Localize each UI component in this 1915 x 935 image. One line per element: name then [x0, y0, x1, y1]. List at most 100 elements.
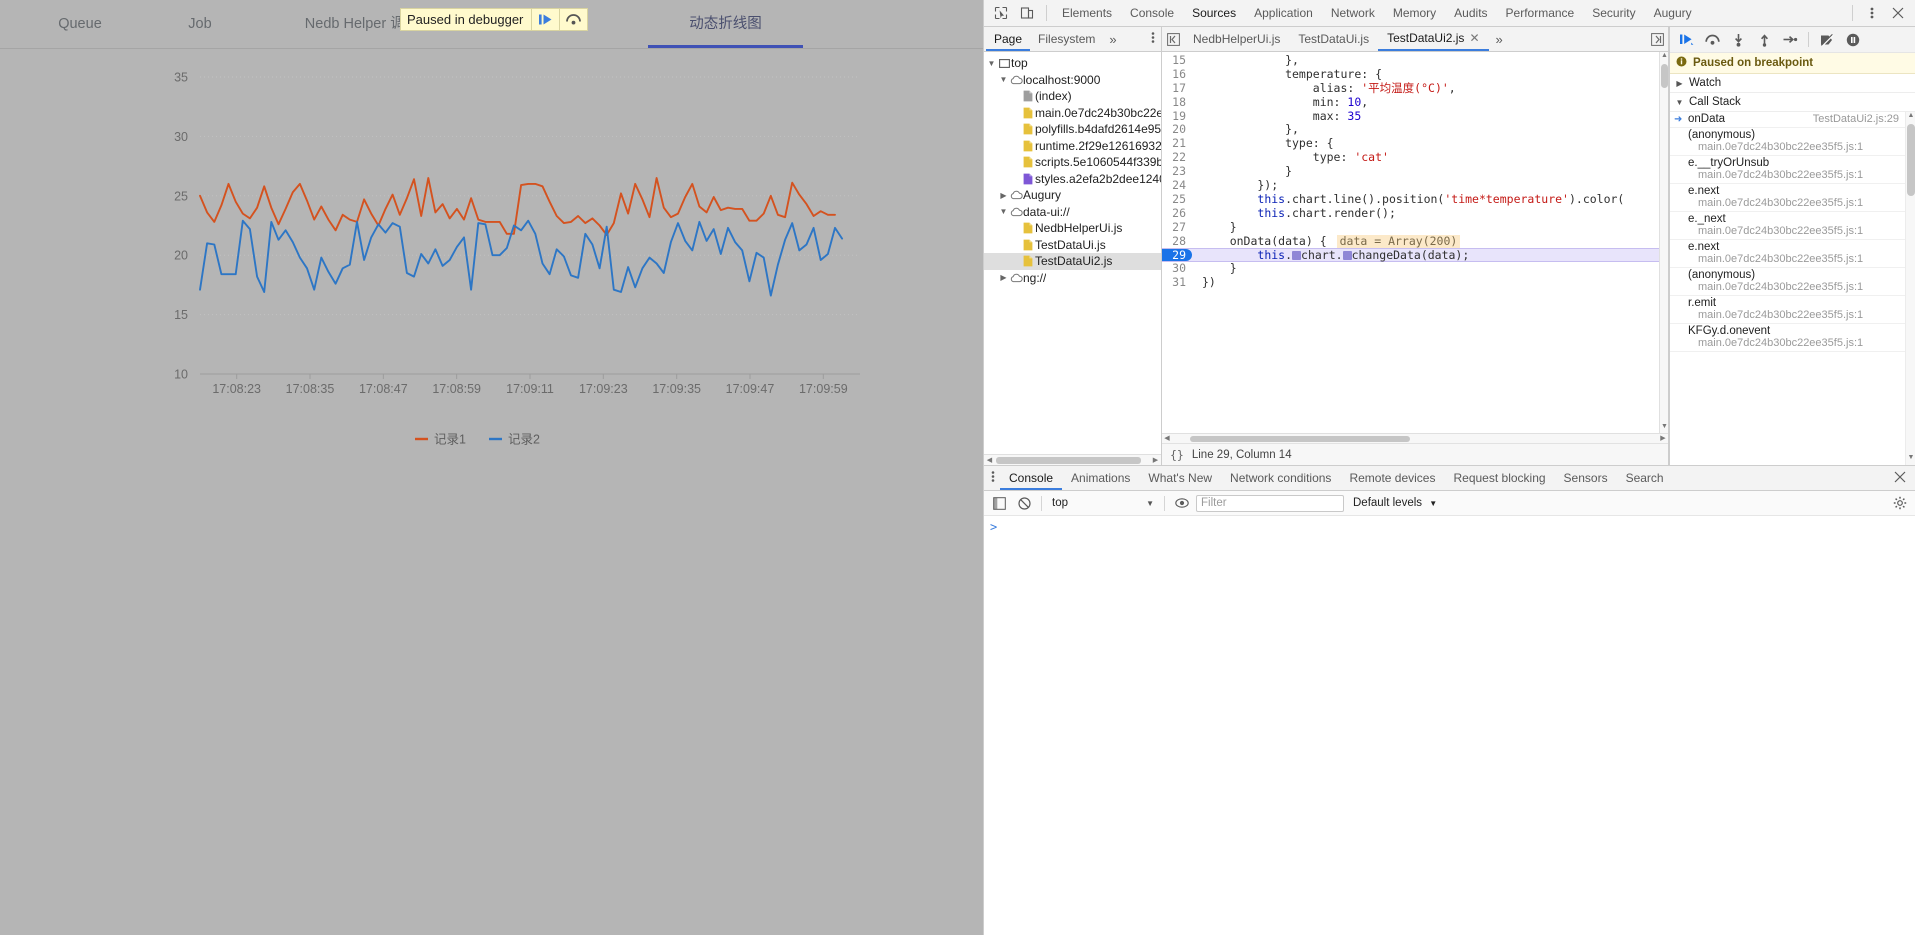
line-number[interactable]: 18: [1162, 95, 1192, 110]
close-drawer-icon[interactable]: [1885, 471, 1915, 486]
devtools-tab-elements[interactable]: Elements: [1053, 0, 1121, 26]
file-tree-item[interactable]: (index): [984, 88, 1161, 105]
clear-console-icon[interactable]: [1013, 492, 1035, 514]
code-line[interactable]: 28 onData(data) {data = Array(200): [1162, 234, 1668, 249]
resume-script-icon[interactable]: [531, 8, 559, 31]
code-line[interactable]: 17 alias: '平均温度(°C)',: [1162, 81, 1668, 96]
line-number[interactable]: 25: [1162, 192, 1192, 207]
line-number[interactable]: 28: [1162, 234, 1192, 249]
call-stack-row[interactable]: (anonymous) main.0e7dc24b30bc22ee35f5.js:…: [1670, 128, 1915, 156]
call-stack-row[interactable]: ➜ onData TestDataUi2.js:29: [1670, 112, 1915, 128]
drawer-tab-search[interactable]: Search: [1617, 466, 1673, 490]
step-over-icon[interactable]: [1700, 28, 1724, 52]
code-line[interactable]: 29 this. chart. changeData(data);: [1162, 248, 1668, 262]
code-line[interactable]: 23 }: [1162, 164, 1668, 180]
code-vertical-scrollbar[interactable]: ▲ ▼: [1659, 52, 1668, 433]
call-stack-row[interactable]: e.next main.0e7dc24b30bc22ee35f5.js:1: [1670, 184, 1915, 212]
drawer-tab-sensors[interactable]: Sensors: [1555, 466, 1617, 490]
call-stack-row[interactable]: e.__tryOrUnsub main.0e7dc24b30bc22ee35f5.…: [1670, 156, 1915, 184]
scroll-up-arrow[interactable]: ▲: [1906, 112, 1915, 123]
line-number[interactable]: 27: [1162, 220, 1192, 235]
file-tree-item[interactable]: styles.a2efa2b2dee1240648e...: [984, 171, 1161, 188]
scroll-left-arrow[interactable]: ◀: [984, 455, 995, 466]
more-tabs-icon[interactable]: »: [1489, 32, 1510, 47]
devtools-tab-application[interactable]: Application: [1245, 0, 1322, 26]
code-line[interactable]: 27 }: [1162, 220, 1668, 235]
line-number[interactable]: 19: [1162, 109, 1192, 124]
code-line[interactable]: 18 min: 10,: [1162, 95, 1668, 110]
console-settings-icon[interactable]: [1889, 492, 1911, 514]
line-number[interactable]: 30: [1162, 261, 1192, 277]
line-number[interactable]: 29: [1162, 249, 1192, 262]
code-line[interactable]: 16 temperature: {: [1162, 67, 1668, 82]
devtools-tab-security[interactable]: Security: [1583, 0, 1644, 26]
devtools-tab-augury[interactable]: Augury: [1645, 0, 1701, 26]
code-line[interactable]: 22 type: 'cat': [1162, 150, 1668, 166]
console-filter-input[interactable]: [1196, 494, 1344, 512]
call-stack-row[interactable]: e._next main.0e7dc24b30bc22ee35f5.js:1: [1670, 212, 1915, 240]
editor-tab-TestDataUi-js[interactable]: TestDataUi.js: [1289, 27, 1378, 51]
code-line[interactable]: 26 this.chart.render();: [1162, 206, 1668, 221]
line-number[interactable]: 16: [1162, 67, 1192, 82]
code-lines[interactable]: 15 }, 16 temperature: {17 alias: '平均温度(°C…: [1162, 52, 1668, 433]
drawer-tab-remote-devices[interactable]: Remote devices: [1340, 466, 1444, 490]
code-line[interactable]: 24 });: [1162, 178, 1668, 193]
file-tree-item[interactable]: scripts.5e1060544f339bfa63e...: [984, 154, 1161, 171]
code-viewer[interactable]: 15 }, 16 temperature: {17 alias: '平均温度(°C…: [1162, 52, 1668, 433]
pretty-print-icon[interactable]: {}: [1170, 448, 1184, 462]
file-tree-item[interactable]: TestDataUi2.js: [984, 253, 1161, 270]
navigator-tab-filesystem[interactable]: Filesystem: [1030, 27, 1103, 51]
code-line[interactable]: 21 type: {: [1162, 136, 1668, 152]
next-tab-icon[interactable]: [1646, 27, 1668, 51]
call-stack-row[interactable]: KFGy.d.onevent main.0e7dc24b30bc22ee35f5.…: [1670, 324, 1915, 352]
call-stack-scrollbar[interactable]: ▲ ▼: [1905, 112, 1915, 465]
file-tree-item[interactable]: ▶ Augury: [984, 187, 1161, 204]
console-context-select[interactable]: top ▼: [1048, 497, 1158, 509]
console-sidebar-icon[interactable]: [988, 492, 1010, 514]
navigator-tab-page[interactable]: Page: [986, 27, 1031, 51]
console-prompt[interactable]: >: [984, 516, 1915, 538]
code-line[interactable]: 30 }: [1162, 261, 1668, 277]
call-stack-row[interactable]: e.next main.0e7dc24b30bc22ee35f5.js:1: [1670, 240, 1915, 268]
scroll-down-arrow[interactable]: ▼: [1660, 423, 1668, 433]
code-line[interactable]: 15 },: [1162, 53, 1668, 68]
scroll-right-arrow[interactable]: ▶: [1658, 434, 1668, 444]
call-stack-row[interactable]: r.emit main.0e7dc24b30bc22ee35f5.js:1: [1670, 296, 1915, 324]
console-output[interactable]: >: [984, 516, 1915, 934]
file-tree-item[interactable]: runtime.2f29e12616932f0ed0...: [984, 138, 1161, 155]
chevron-down-icon[interactable]: ▼: [998, 207, 1009, 216]
code-horizontal-scrollbar[interactable]: ◀ ▶: [1162, 433, 1668, 443]
file-tree-item[interactable]: ▼ data-ui://: [984, 204, 1161, 221]
line-number[interactable]: 21: [1162, 136, 1192, 152]
drawer-tab-console[interactable]: Console: [1000, 466, 1063, 490]
close-devtools-icon[interactable]: [1885, 1, 1911, 25]
close-icon[interactable]: ✕: [1469, 31, 1479, 45]
devtools-tab-audits[interactable]: Audits: [1445, 0, 1496, 26]
navigator-horizontal-scrollbar[interactable]: ◀ ▶: [984, 454, 1161, 465]
scroll-left-arrow[interactable]: ◀: [1162, 434, 1172, 444]
code-line[interactable]: 20 },: [1162, 123, 1668, 138]
step-into-icon[interactable]: [1726, 28, 1750, 52]
chevron-right-icon[interactable]: ▶: [998, 191, 1009, 200]
line-number[interactable]: 15: [1162, 53, 1192, 68]
app-nav-tab-3[interactable]: 动态折线图: [648, 0, 803, 48]
code-line[interactable]: 19 max: 35: [1162, 109, 1668, 124]
deactivate-breakpoints-icon[interactable]: [1815, 28, 1839, 52]
resume-script-icon[interactable]: [1674, 28, 1698, 52]
pause-on-exceptions-icon[interactable]: [1841, 28, 1865, 52]
watch-section-header[interactable]: ▶ Watch: [1670, 74, 1915, 93]
file-tree-item[interactable]: ▼ top: [984, 55, 1161, 72]
file-tree-item[interactable]: main.0e7dc24b30bc22ee35f5.js: [984, 105, 1161, 122]
editor-tab-NedbHelperUi-js[interactable]: NedbHelperUi.js: [1184, 27, 1289, 51]
scrollbar-thumb[interactable]: [996, 457, 1141, 464]
file-tree-item[interactable]: ▼ localhost:9000: [984, 72, 1161, 89]
drawer-options-icon[interactable]: [986, 470, 1000, 486]
call-stack-section-header[interactable]: ▼ Call Stack: [1670, 93, 1915, 112]
inspect-element-icon[interactable]: [988, 1, 1014, 25]
device-toolbar-icon[interactable]: [1014, 1, 1040, 25]
scroll-right-arrow[interactable]: ▶: [1150, 455, 1161, 466]
editor-tab-TestDataUi2-js[interactable]: TestDataUi2.js ✕: [1378, 27, 1489, 51]
drawer-tab-network-conditions[interactable]: Network conditions: [1221, 466, 1340, 490]
scrollbar-thumb[interactable]: [1907, 124, 1915, 196]
devtools-tab-network[interactable]: Network: [1322, 0, 1384, 26]
